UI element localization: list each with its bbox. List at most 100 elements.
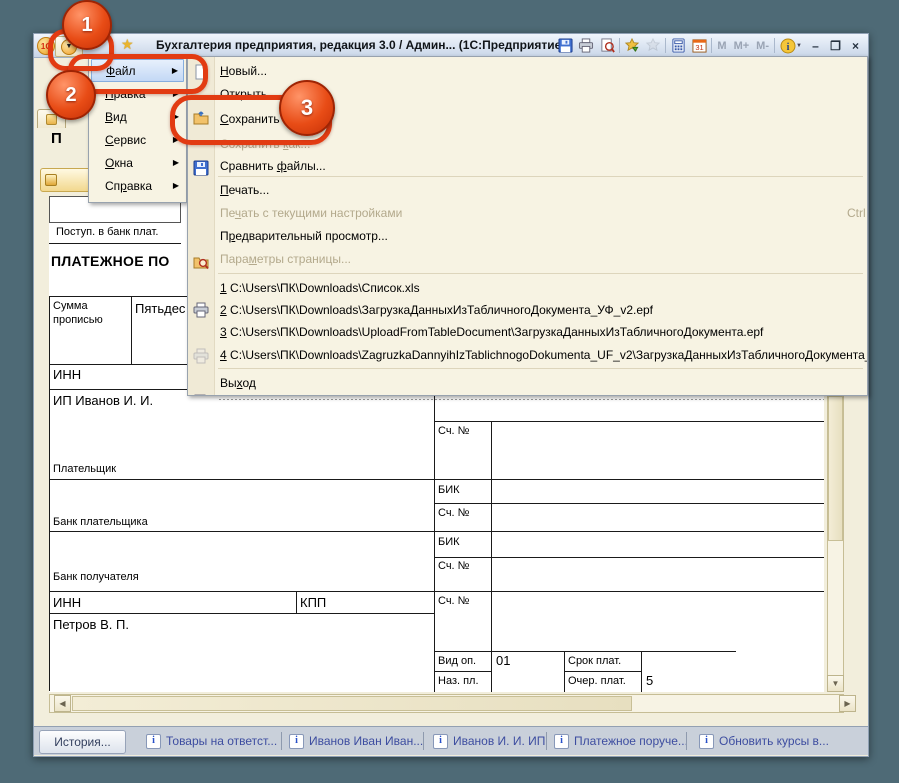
tab-platezhnoe[interactable]: iПлатежное поруче... (554, 730, 688, 752)
toolbar-separator (619, 38, 620, 53)
form-button-fragment[interactable] (40, 168, 92, 192)
favorites-star-icon[interactable]: ★ (121, 36, 134, 53)
menu-item-recent-3[interactable]: 3 C:\Users\ПК\Downloads\UploadFromTableD… (188, 320, 867, 343)
payee-name: Петров В. П. (53, 617, 129, 632)
arrow-right-icon: ▶ (844, 699, 850, 708)
scroll-left-button[interactable]: ◀ (54, 695, 71, 712)
tab-label: Товары на ответст... (166, 734, 277, 748)
window-tab-bar: История... i Товары на ответст... i Иванов… (34, 726, 868, 755)
info-tab-icon: i (289, 734, 304, 749)
payee-bank-label: Банк получателя (53, 571, 139, 583)
vid-op-label: Вид оп. (438, 655, 476, 667)
ocher-value: 5 (646, 673, 653, 688)
summa-value: Пятьдес (135, 301, 185, 316)
payer-name: ИП Иванов И. И. (53, 393, 153, 408)
svg-text:i: i (787, 42, 790, 53)
tab-label: Иванов Иван Иван... (309, 734, 423, 748)
info-tab-icon: i (433, 734, 448, 749)
account-label: Сч. № (438, 560, 469, 572)
annotation-step-2: 2 (46, 70, 96, 120)
account-label: Сч. № (438, 507, 469, 519)
scroll-right-button[interactable]: ▶ (839, 695, 856, 712)
account-label: Сч. № (438, 425, 469, 437)
title-toolbar: 31 M M+ M- i ▼ – ❒ × (556, 36, 864, 55)
menu-separator (218, 368, 863, 369)
tab-tovary[interactable]: i Товары на ответст... (146, 730, 277, 752)
tab-ivanov-ivan[interactable]: i Иванов Иван Иван... (289, 730, 423, 752)
postup-label: Поступ. в банк плат. (56, 226, 158, 238)
favorite-disabled-icon (644, 37, 662, 54)
minimize-button[interactable]: – (807, 38, 824, 53)
document-title: ПЛАТЕЖНОЕ ПО (51, 253, 170, 269)
calendar-icon[interactable]: 31 (690, 37, 708, 54)
tab-history[interactable]: История... (39, 730, 126, 754)
tab-label: История... (54, 735, 111, 749)
save-icon[interactable] (556, 37, 574, 54)
menu-item-print[interactable]: Печать... (188, 178, 867, 201)
toolbar-separator (665, 38, 666, 53)
svg-text:31: 31 (695, 43, 703, 52)
scroll-down-button[interactable]: ▼ (827, 675, 844, 692)
inn-label: ИНН (53, 595, 81, 610)
menu-windows[interactable]: Окна▶ (91, 151, 184, 174)
memory-m-button: M (715, 40, 728, 52)
srok-label: Срок плат. (568, 655, 621, 667)
maximize-button[interactable]: ❒ (827, 38, 844, 53)
print-icon[interactable] (577, 37, 595, 54)
tab-divider (423, 732, 424, 750)
menu-service[interactable]: Сервис▶ (91, 128, 184, 151)
info-icon[interactable]: i ▼ (778, 37, 804, 54)
menu-item-exit[interactable]: Выход (188, 371, 867, 394)
annotation-step-1: 1 (62, 0, 112, 50)
arrow-down-icon: ▼ (832, 679, 840, 688)
menu-item-compare[interactable]: Сравнить файлы... (188, 154, 867, 177)
menu-item-recent-2[interactable]: 2 C:\Users\ПК\Downloads\ЗагрузкаДанныхИз… (188, 298, 867, 321)
payer-label: Плательщик (53, 463, 116, 475)
menu-item-new[interactable]: Новый... (188, 59, 867, 82)
form-title-fragment: П (51, 130, 62, 147)
print-preview-icon[interactable] (598, 37, 616, 54)
naz-pl-label: Наз. пл. (438, 675, 479, 687)
bik-label: БИК (438, 484, 460, 496)
app-window: 1С ▼ ★ Бухгалтерия предприятия, редакция… (33, 33, 869, 757)
info-tab-icon: i (554, 734, 569, 749)
summa-label: Сумма (53, 300, 88, 312)
kpp-label: КПП (300, 595, 326, 610)
account-label: Сч. № (438, 595, 469, 607)
calculator-icon[interactable] (669, 37, 687, 54)
tab-label: Иванов И. И. ИП (453, 734, 545, 748)
print-preview-icon (193, 394, 209, 396)
vertical-scrollbar-thumb[interactable] (828, 396, 843, 541)
menu-help[interactable]: Справка▶ (91, 174, 184, 197)
tab-obnovit[interactable]: i Обновить курсы в... (699, 730, 829, 752)
toolbar-separator (711, 38, 712, 53)
ocher-label: Очер. плат. (568, 675, 626, 687)
tab-label: Обновить курсы в... (719, 734, 829, 748)
payer-bank-label: Банк плательщика (53, 516, 148, 528)
window-title: Бухгалтерия предприятия, редакция 3.0 / … (156, 38, 565, 52)
desktop: 1С ▼ ★ Бухгалтерия предприятия, редакция… (0, 0, 899, 783)
arrow-left-icon: ◀ (59, 699, 65, 708)
summa-label2: прописью (53, 314, 103, 326)
tab-ivanov-ip[interactable]: i Иванов И. И. ИП (433, 730, 545, 752)
menu-separator (218, 176, 863, 177)
info-tab-icon: i (146, 734, 161, 749)
memory-mminus-button: M- (754, 40, 771, 52)
add-favorite-icon[interactable] (623, 37, 641, 54)
menu-item-print-current: Печать с текущими настройками Ctrl (188, 201, 867, 224)
annotation-step-3: 3 (279, 80, 335, 136)
menu-item-preview[interactable]: Предварительный просмотр... (188, 224, 867, 247)
info-tab-icon: i (699, 734, 714, 749)
inn-label: ИНН (53, 367, 81, 382)
submenu-arrow-icon: ▶ (173, 158, 179, 167)
bik-label: БИК (438, 536, 460, 548)
horizontal-scrollbar-thumb[interactable] (72, 696, 632, 711)
close-button[interactable]: × (847, 38, 864, 53)
menu-item-recent-1[interactable]: 1 C:\Users\ПК\Downloads\Список.xls (188, 276, 867, 299)
vid-op-value: 01 (496, 653, 510, 668)
submenu-arrow-icon: ▶ (173, 181, 179, 190)
info-dropdown-arrow-icon: ▼ (796, 43, 802, 49)
tab-divider (281, 732, 282, 750)
menu-item-page-setup: Параметры страницы... (188, 247, 867, 270)
menu-item-recent-4[interactable]: 4 C:\Users\ПК\Downloads\ZagruzkaDannyihI… (188, 343, 867, 366)
